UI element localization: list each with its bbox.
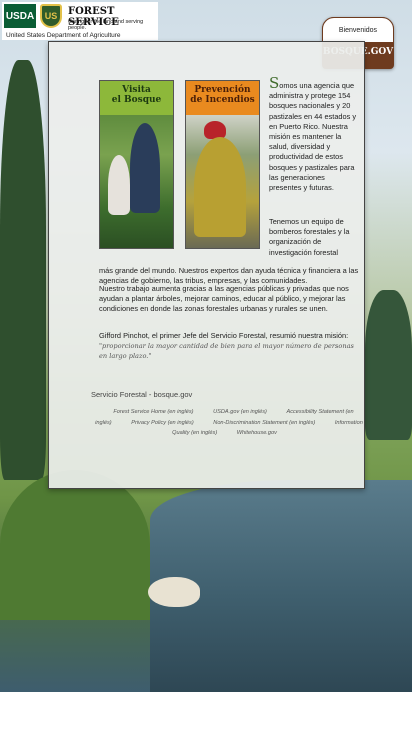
ranger-figure [130,123,160,213]
rock [148,577,200,607]
footer-title: Servicio Forestal - bosque.gov [91,390,193,399]
tree-left [0,60,46,480]
promo-fire-prevention[interactable]: Prevención de Incendios [185,80,260,249]
footer-link-forest-service-home[interactable]: Forest Service Home (en inglés) [113,409,193,415]
firefighters-paragraph-top: Tenemos un equipo de bomberos forestales… [269,217,350,257]
footer-link-non-discrimination[interactable]: Non-Discrimination Statement (en inglés) [213,420,315,426]
badge-welcome: Bienvenidos [322,17,394,43]
intro-paragraph: Somos una agencia que administra y prote… [269,74,357,193]
footer-links: Forest Service Home (en inglés) USDA.gov… [91,407,367,439]
pinchot-quote: "proporcionar la mayor cantidad de bien … [99,342,354,361]
footer-link-whitehouse[interactable]: Whitehouse.gov [237,430,277,436]
pinchot-paragraph: Gifford Pinchot, el primer Jefe del Serv… [99,331,354,361]
partners-paragraph: Nuestro trabajo aumenta gracias a las ag… [99,284,349,314]
usda-forest-service-logo[interactable]: USDA US FOREST SERVICE Caring for the la… [2,2,158,40]
department-name: United States Department of Agriculture [6,32,121,39]
firefighter-figure [194,137,246,237]
agency-tagline: Caring for the land and serving people. [68,19,144,31]
shrubs [0,470,150,620]
family-hiking-photo [100,115,173,248]
forest-service-shield-icon: US [40,4,62,28]
content-panel: Visita el Bosque Prevención de Incendios S… [48,41,365,489]
tree-right [365,290,412,440]
promo-title: Visita el Bosque [100,81,173,115]
promo-visit-forest[interactable]: Visita el Bosque [99,80,174,249]
child-figure [108,155,130,215]
footer-link-usda[interactable]: USDA.gov (en inglés) [213,409,267,415]
footer-link-privacy[interactable]: Privacy Policy (en inglés) [131,420,194,426]
promo-title: Prevención de Incendios [186,81,259,115]
usda-logo-icon: USDA [4,4,36,28]
firefighter-photo [186,115,259,248]
